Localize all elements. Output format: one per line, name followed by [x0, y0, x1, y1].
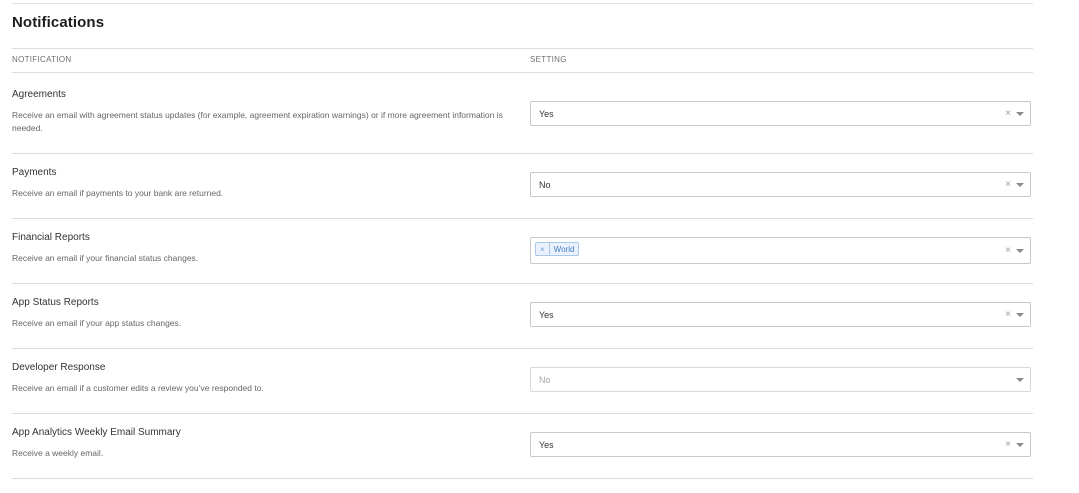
chevron-down-icon[interactable]: [1016, 249, 1024, 253]
setting-select-payments[interactable]: No ×: [530, 172, 1031, 197]
chevron-down-icon[interactable]: [1016, 183, 1024, 187]
row-title: Financial Reports: [12, 232, 90, 243]
select-value: Yes: [539, 440, 554, 450]
notification-row-agreements: Agreements Receive an email with agreeme…: [12, 72, 1033, 154]
tag-label: World: [553, 244, 575, 254]
notification-row-app-status-reports: App Status Reports Receive an email if y…: [12, 284, 1033, 349]
row-description: Receive a weekly email.: [12, 448, 104, 458]
row-description: Receive an email with agreement status u…: [12, 110, 503, 133]
row-title: Developer Response: [12, 362, 106, 373]
notifications-page: Notifications NOTIFICATION SETTING Agree…: [0, 0, 1079, 493]
setting-select-financial-reports[interactable]: × World ×: [530, 237, 1031, 264]
chevron-down-icon[interactable]: [1016, 443, 1024, 447]
clear-icon[interactable]: ×: [1005, 179, 1011, 190]
select-value: Yes: [539, 109, 554, 119]
setting-select-developer-response[interactable]: No: [530, 367, 1031, 392]
tag-remove-icon[interactable]: ×: [536, 243, 550, 255]
row-description: Receive an email if payments to your ban…: [12, 188, 224, 198]
notification-row-app-analytics-summary: App Analytics Weekly Email Summary Recei…: [12, 414, 1033, 479]
clear-icon[interactable]: ×: [1005, 108, 1011, 119]
row-title: App Analytics Weekly Email Summary: [12, 427, 181, 438]
select-value: Yes: [539, 310, 554, 320]
setting-select-agreements[interactable]: Yes ×: [530, 101, 1031, 126]
clear-icon[interactable]: ×: [1005, 245, 1011, 256]
select-value: No: [539, 375, 551, 385]
column-header-notification: NOTIFICATION: [12, 55, 72, 64]
row-title: Agreements: [12, 89, 66, 100]
notification-row-developer-response: Developer Response Receive an email if a…: [12, 349, 1033, 414]
chevron-down-icon[interactable]: [1016, 378, 1024, 382]
setting-select-app-status-reports[interactable]: Yes ×: [530, 302, 1031, 327]
chevron-down-icon[interactable]: [1016, 112, 1024, 116]
column-header-setting: SETTING: [530, 55, 567, 64]
row-description: Receive an email if your financial statu…: [12, 253, 199, 263]
notification-row-financial-reports: Financial Reports Receive an email if yo…: [12, 219, 1033, 284]
page-title: Notifications: [12, 14, 105, 31]
clear-icon[interactable]: ×: [1005, 309, 1011, 320]
clear-icon[interactable]: ×: [1005, 439, 1011, 450]
select-value: No: [539, 180, 551, 190]
row-title: App Status Reports: [12, 297, 99, 308]
selected-tag-world: × World: [535, 242, 580, 256]
chevron-down-icon[interactable]: [1016, 313, 1024, 317]
row-description: Receive an email if your app status chan…: [12, 318, 182, 328]
row-title: Payments: [12, 167, 57, 178]
setting-select-app-analytics-summary[interactable]: Yes ×: [530, 432, 1031, 457]
top-divider: [12, 3, 1033, 4]
row-description: Receive an email if a customer edits a r…: [12, 383, 264, 393]
notification-row-payments: Payments Receive an email if payments to…: [12, 154, 1033, 219]
table-header: NOTIFICATION SETTING: [12, 48, 1033, 73]
